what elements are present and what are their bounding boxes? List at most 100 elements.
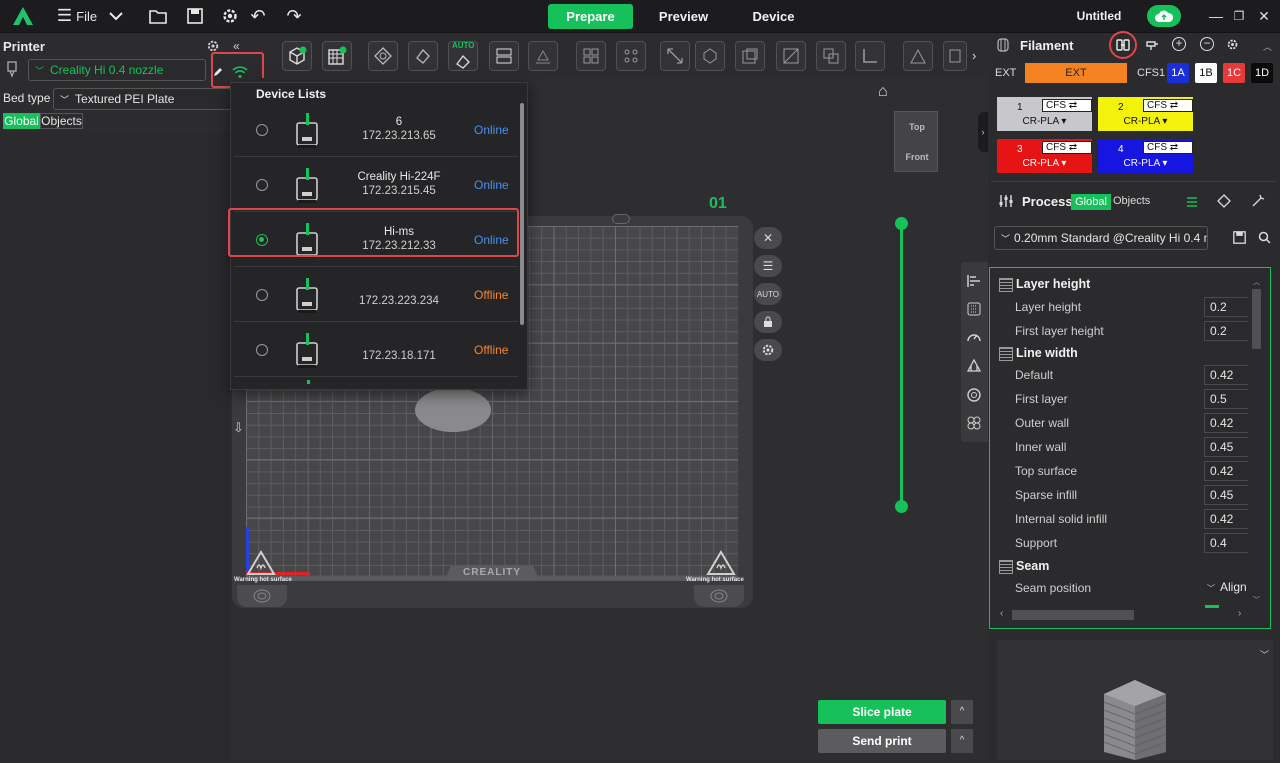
auto-arrange-plate-icon[interactable]: AUTO [754,283,782,305]
send-options-chevron-icon[interactable]: ^ [951,729,973,753]
search-icon[interactable] [1258,231,1271,247]
param-value-input[interactable]: 0.45 [1204,485,1248,505]
add-object-icon[interactable] [282,41,312,71]
process-tune-icon[interactable] [1217,194,1231,211]
filament-settings-gear-icon[interactable] [1226,38,1239,54]
layer-slider-top-handle[interactable] [895,217,908,230]
send-print-button[interactable]: Send print [818,729,946,753]
arrange-icon[interactable] [368,41,398,71]
remove-filament-icon[interactable]: − [1200,37,1214,51]
device-radio[interactable] [256,344,268,356]
delete-plate-icon[interactable]: ✕ [754,227,782,249]
process-compare-icon[interactable] [1185,195,1199,212]
undo-icon[interactable]: ↶ [247,5,269,27]
printer-select[interactable]: ﹀ Creality Hi 0.4 nozzle [28,59,206,81]
params-hscroll-track[interactable]: ‹ › [998,608,1248,622]
emboss-icon[interactable] [903,41,933,71]
tab-prepare[interactable]: Prepare [548,4,633,29]
layout-icon[interactable] [489,41,519,71]
lock-plate-icon[interactable] [754,311,782,333]
file-menu[interactable]: ☰ File [54,5,100,27]
scope-tab-objects[interactable]: Objects [40,113,83,129]
params-vscroll-thumb[interactable] [1252,289,1261,349]
split-objects-icon[interactable] [576,41,606,71]
params-hscroll-thumb[interactable] [1012,610,1134,620]
collapse-filament-icon[interactable]: ︿ [1263,40,1272,53]
tab-preview[interactable]: Preview [641,4,726,29]
filament-slot[interactable]: 1 CFS ⇄ CR-PLA ▾ [997,97,1092,131]
cut-icon[interactable] [695,41,725,71]
save-icon[interactable] [184,5,206,27]
slice-plate-button[interactable]: Slice plate [818,700,946,724]
open-folder-icon[interactable] [147,5,169,27]
filament-slot-cfs-badge[interactable]: CFS ⇄ [1042,99,1092,112]
param-value-input[interactable]: 0.42 [1204,413,1248,433]
filament-material-select[interactable]: CR-PLA ▾ [1098,116,1193,127]
filament-slot[interactable]: 4 CFS ⇄ CR-PLA ▾ [1098,139,1193,173]
param-value-input[interactable]: 0.5 [1204,389,1248,409]
filament-slot-cfs-badge[interactable]: CFS ⇄ [1042,141,1092,154]
param-value-input[interactable]: 0.45 [1204,437,1248,457]
device-radio[interactable] [256,179,268,191]
plate-settings-list-icon[interactable]: ☰ [754,255,782,277]
filament-slot[interactable]: 3 CFS ⇄ CR-PLA ▾ [997,139,1092,173]
auto-orient-icon[interactable]: AUTO [448,41,478,71]
filament-slot[interactable]: 2 CFS ⇄ CR-PLA ▾ [1098,97,1193,131]
filament-nozzle-icon[interactable] [1145,38,1159,55]
param-value-input[interactable]: 0.42 [1204,509,1248,529]
measure-icon[interactable] [855,41,885,71]
slice-options-chevron-icon[interactable]: ^ [951,700,973,724]
collapse-panel-icon[interactable]: « [233,39,240,53]
filament-slot-cfs-badge[interactable]: CFS ⇄ [1143,99,1193,112]
scroll-left-icon[interactable]: ‹ [1000,608,1003,619]
minimize-icon[interactable]: — [1208,8,1224,24]
layer-slider-track[interactable] [900,223,903,506]
speed-icon[interactable] [963,326,985,348]
device-radio[interactable] [256,289,268,301]
expand-preview-icon[interactable]: ﹀ [1260,648,1269,661]
add-filament-icon[interactable]: + [1172,37,1186,51]
cfs-tab-1c[interactable]: 1C [1223,63,1245,83]
scope-tab-global[interactable]: Global [3,113,40,129]
cfs-tab-1d[interactable]: 1D [1251,63,1273,83]
filament-slot-cfs-badge[interactable]: CFS ⇄ [1143,141,1193,154]
bed-type-select[interactable]: ﹀ Textured PEI Plate [53,88,231,110]
settings-gear-icon[interactable] [219,5,241,27]
process-wizard-icon[interactable] [1251,194,1265,211]
process-tab-global[interactable]: Global [1071,194,1111,210]
plate-gear-icon[interactable] [754,339,782,361]
support-paint-icon[interactable] [528,41,558,71]
view-cube[interactable]: Top Front [894,111,938,172]
param-value-input[interactable]: 0.2 [1204,297,1248,317]
scale-icon[interactable] [660,41,690,71]
chevron-down-icon[interactable] [106,5,126,27]
restore-icon[interactable]: ❐ [1231,8,1247,24]
close-icon[interactable]: ✕ [1256,8,1272,24]
device-row[interactable]: 172.23.223.234 Offline [234,268,518,322]
boolean-icon[interactable] [816,41,846,71]
flower-icon[interactable] [963,412,985,434]
filament-material-select[interactable]: CR-PLA ▾ [997,116,1092,127]
process-profile-select[interactable]: ﹀ 0.20mm Standard @Creality Hi 0.4 n... [994,226,1208,250]
cfs-tab-1a[interactable]: 1A [1167,63,1189,83]
layer-slider-bottom-handle[interactable] [895,500,908,513]
more-tools-icon[interactable] [943,41,967,71]
device-radio[interactable] [256,124,268,136]
cloud-upload-button[interactable] [1147,5,1181,27]
others-icon[interactable] [963,384,985,406]
param-value-input[interactable]: 0.4 [1204,533,1248,553]
process-tab-objects[interactable]: Objects [1113,195,1150,207]
orient-icon[interactable] [408,41,438,71]
view-cube-top[interactable]: Top [895,122,939,132]
device-list-scrollbar[interactable] [520,103,524,325]
scroll-down-icon[interactable]: ﹀ [1251,595,1262,605]
scroll-up-icon[interactable]: ︿ [1251,277,1262,287]
redo-icon[interactable]: ↷ [283,5,305,27]
model-object[interactable] [415,388,491,432]
align-icon[interactable] [963,270,985,292]
filament-material-select[interactable]: CR-PLA ▾ [1098,158,1193,169]
device-row[interactable]: Creality Hi-224F 172.23.215.45 Online [234,158,518,212]
save-profile-icon[interactable] [1233,231,1246,247]
param-value-input[interactable]: 0.2 [1204,321,1248,341]
tab-device[interactable]: Device [731,4,816,29]
